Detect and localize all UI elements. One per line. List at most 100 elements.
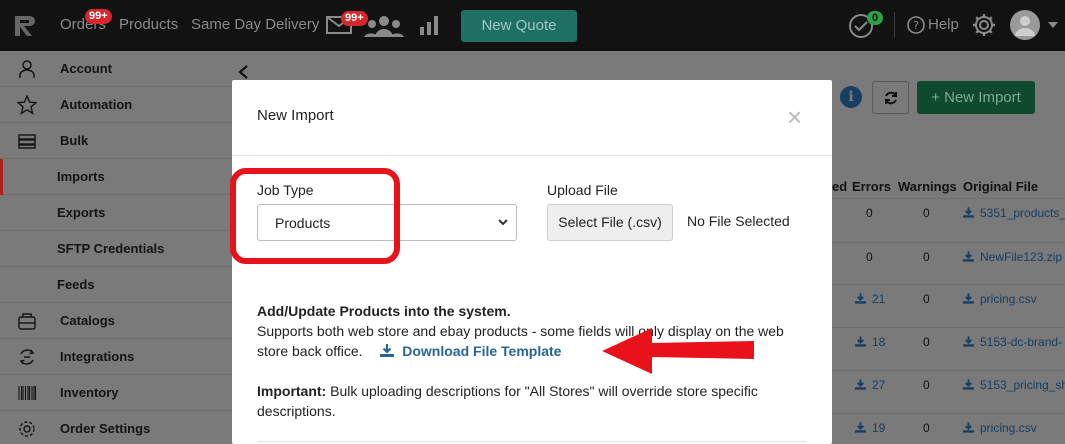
- select-file-button[interactable]: Select File (.csv): [547, 204, 673, 241]
- row-warnings-text: 0: [923, 378, 930, 392]
- sidebar-item-label: Imports: [57, 169, 105, 184]
- row-file-link[interactable]: pricing.csv: [963, 292, 1037, 306]
- sidebar-item-imports[interactable]: Imports: [0, 159, 232, 195]
- help-label[interactable]: Help: [928, 16, 959, 33]
- nav-same-day-delivery[interactable]: Same Day Delivery: [191, 16, 319, 33]
- row-errors: 0: [866, 250, 873, 264]
- table-row-divider: [832, 413, 1065, 414]
- column-header-added[interactable]: ed: [832, 179, 847, 194]
- sidebar-item-feeds[interactable]: Feeds: [0, 267, 232, 303]
- row-file-link[interactable]: 5351_products_: [963, 206, 1065, 220]
- upload-file-label: Upload File: [547, 182, 618, 198]
- row-file-link-text: pricing.csv: [980, 421, 1037, 435]
- stack-icon: [18, 134, 36, 149]
- row-file-link-text: 5153-dc-brand-: [980, 335, 1063, 349]
- sidebar-item-inventory[interactable]: Inventory: [0, 375, 232, 411]
- sidebar-item-label: Automation: [60, 97, 133, 112]
- download-icon: [855, 336, 866, 347]
- row-warnings: 0: [923, 292, 930, 306]
- row-warnings-text: 0: [923, 421, 930, 435]
- row-warnings-text: 0: [923, 335, 930, 349]
- row-file-link[interactable]: pricing.csv: [963, 421, 1037, 435]
- row-added-link[interactable]: 27: [855, 378, 885, 392]
- row-warnings-text: 0: [923, 250, 930, 264]
- sidebar-item-label: Exports: [57, 205, 106, 220]
- settings-gear-icon[interactable]: [972, 13, 996, 37]
- download-icon: [380, 344, 395, 357]
- users-icon[interactable]: [363, 15, 405, 37]
- row-warnings: 0: [923, 335, 930, 349]
- barcode-icon: [18, 386, 37, 400]
- row-added-link-text: 27: [872, 378, 886, 392]
- annotation-arrow-icon: [602, 328, 754, 374]
- refresh-button[interactable]: [872, 81, 909, 114]
- row-warnings: 0: [923, 250, 930, 264]
- sidebar-item-automation[interactable]: Automation: [0, 87, 232, 123]
- download-icon: [855, 379, 866, 390]
- download-icon: [963, 422, 974, 433]
- table-row-divider: [832, 370, 1065, 371]
- row-errors: 0: [866, 206, 873, 220]
- table-row-divider: [832, 242, 1065, 243]
- download-icon: [963, 207, 974, 218]
- row-warnings-text: 0: [923, 206, 930, 220]
- row-file-link-text: 5153_pricing_sh: [980, 378, 1065, 392]
- row-file-link-text: pricing.csv: [980, 292, 1037, 306]
- download-template-link[interactable]: Download File Template: [380, 343, 561, 359]
- modal-header-divider: [232, 155, 832, 156]
- column-header-errors[interactable]: Errors: [852, 179, 891, 194]
- annotation-highlight-box: [230, 168, 400, 264]
- sidebar-item-label: Account: [60, 61, 112, 76]
- sidebar-item-catalogs[interactable]: Catalogs: [0, 303, 232, 339]
- row-file-link[interactable]: 5153-dc-brand-: [963, 335, 1062, 349]
- sidebar-item-sftp-credentials[interactable]: SFTP Credentials: [0, 231, 232, 267]
- sidebar-item-label: SFTP Credentials: [57, 241, 165, 256]
- download-icon: [855, 422, 866, 433]
- svg-text:?: ?: [913, 19, 919, 32]
- column-header-original-file[interactable]: Original File: [963, 179, 1038, 194]
- gear-icon: [19, 421, 35, 437]
- row-added-link-text: 21: [872, 292, 886, 306]
- sidebar-item-label: Catalogs: [60, 313, 115, 328]
- download-template-label: Download File Template: [402, 343, 562, 359]
- info-icon[interactable]: i: [840, 86, 862, 108]
- help-icon[interactable]: ?: [907, 16, 925, 34]
- chevron-down-icon[interactable]: [1048, 21, 1058, 29]
- sidebar-item-label: Bulk: [60, 133, 89, 148]
- orders-badge: 99+: [85, 9, 112, 24]
- column-header-warnings[interactable]: Warnings: [898, 179, 957, 194]
- close-icon[interactable]: ×: [787, 104, 802, 130]
- back-chevron-icon[interactable]: [237, 64, 249, 80]
- row-added-link[interactable]: 21: [855, 292, 885, 306]
- new-quote-button[interactable]: New Quote: [461, 10, 577, 42]
- download-icon: [963, 251, 974, 262]
- download-icon: [855, 293, 866, 304]
- bar-chart-icon[interactable]: [418, 14, 440, 36]
- sidebar-item-order-settings[interactable]: Order Settings: [0, 411, 232, 444]
- download-icon: [963, 379, 974, 390]
- refresh-icon: [885, 91, 897, 105]
- table-row-divider: [832, 284, 1065, 285]
- row-file-link[interactable]: NewFile123.zip: [963, 250, 1062, 264]
- row-file-link[interactable]: 5153_pricing_sh: [963, 378, 1065, 392]
- new-import-button[interactable]: + New Import: [917, 81, 1035, 114]
- sidebar-item-integrations[interactable]: Integrations: [0, 339, 232, 375]
- row-added-link[interactable]: 18: [855, 335, 885, 349]
- row-added-link-text: 19: [872, 421, 886, 435]
- important-label: Important:: [257, 383, 327, 399]
- top-nav: Orders 99+ Products Same Day Delivery 99…: [0, 0, 1065, 51]
- nav-products[interactable]: Products: [119, 16, 178, 33]
- row-errors-text: 0: [866, 250, 873, 264]
- no-file-selected-text: No File Selected: [687, 213, 790, 229]
- row-file-link-text: NewFile123.zip: [980, 250, 1063, 264]
- table-row-divider: [832, 327, 1065, 328]
- row-warnings: 0: [923, 378, 930, 392]
- row-added-link[interactable]: 19: [855, 421, 885, 435]
- sidebar-item-bulk[interactable]: Bulk: [0, 123, 232, 159]
- sidebar-item-exports[interactable]: Exports: [0, 195, 232, 231]
- avatar-icon[interactable]: [1009, 9, 1041, 41]
- sidebar-item-account[interactable]: Account: [0, 51, 232, 87]
- integrations-icon: [19, 349, 35, 365]
- important-text: Bulk uploading descriptions for "All Sto…: [257, 383, 758, 419]
- logo-icon[interactable]: [12, 13, 38, 39]
